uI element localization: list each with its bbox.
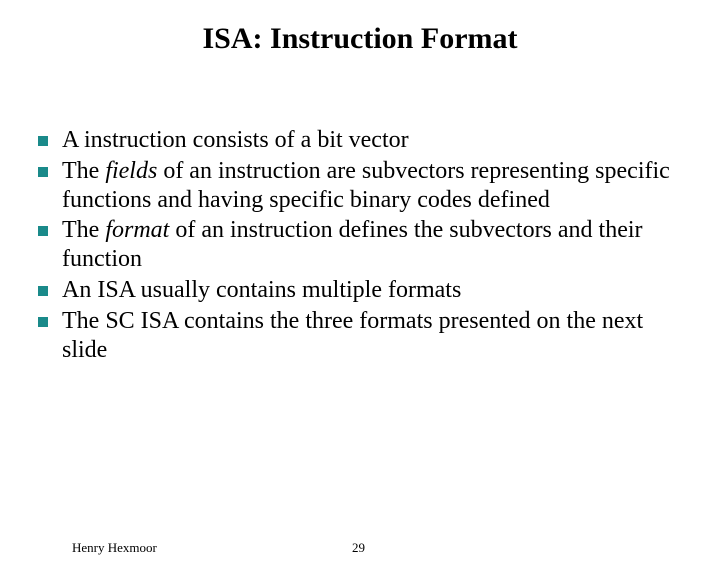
bullet-icon <box>38 167 48 177</box>
bullet-icon <box>38 136 48 146</box>
list-item: The format of an instruction defines the… <box>38 216 690 274</box>
list-item: A instruction consists of a bit vector <box>38 126 690 155</box>
footer-author: Henry Hexmoor <box>72 540 157 556</box>
footer-page-number: 29 <box>352 540 365 556</box>
bullet-text: A instruction consists of a bit vector <box>62 126 690 155</box>
bullet-icon <box>38 226 48 236</box>
bullet-text: The SC ISA contains the three formats pr… <box>62 307 690 365</box>
emphasis: fields <box>105 158 157 184</box>
slide-title: ISA: Instruction Format <box>0 22 720 56</box>
bullet-text: An ISA usually contains multiple formats <box>62 276 690 305</box>
bullet-icon <box>38 286 48 296</box>
list-item: The SC ISA contains the three formats pr… <box>38 307 690 365</box>
emphasis: format <box>105 217 169 243</box>
list-item: An ISA usually contains multiple formats <box>38 276 690 305</box>
list-item: The fields of an instruction are subvect… <box>38 157 690 215</box>
bullet-text: The format of an instruction defines the… <box>62 216 690 274</box>
bullet-text: The fields of an instruction are subvect… <box>62 157 690 215</box>
slide-content: A instruction consists of a bit vector T… <box>0 126 720 364</box>
bullet-icon <box>38 317 48 327</box>
